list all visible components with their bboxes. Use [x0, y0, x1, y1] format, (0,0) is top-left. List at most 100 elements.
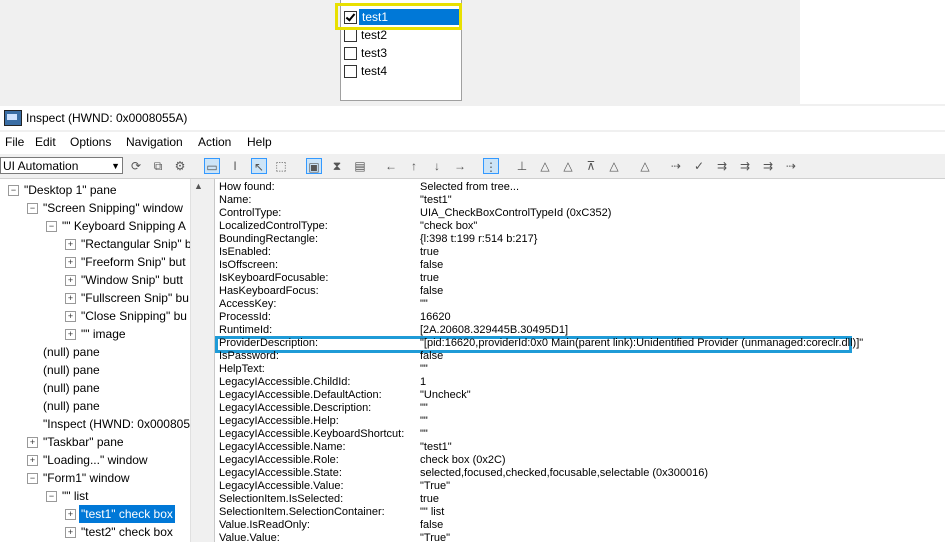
properties-pane[interactable]: How found: Selected from tree... Name: "tes…: [214, 179, 945, 542]
mode-dropdown-value: UI Automation: [3, 159, 79, 173]
property-name: Value.IsReadOnly:: [219, 519, 310, 531]
window-title: Inspect (HWND: 0x0008055A): [26, 111, 188, 125]
property-name: LegacyIAccessible.State:: [219, 467, 342, 479]
select-icon[interactable]: ⇉: [760, 158, 776, 174]
property-value[interactable]: "" list: [420, 506, 444, 519]
refresh-icon[interactable]: ⟳: [128, 158, 144, 174]
menu-help[interactable]: Help: [247, 135, 272, 149]
last-child-icon[interactable]: △: [606, 158, 622, 174]
list-item-test3[interactable]: test3: [341, 44, 461, 62]
property-name: ControlType:: [219, 207, 282, 219]
checkbox-test2[interactable]: [344, 29, 357, 42]
property-value[interactable]: 16620: [420, 311, 451, 324]
property-value[interactable]: "[pid:16620,providerId:0x0 Main(parent l…: [420, 337, 863, 350]
property-value[interactable]: {l:398 t:199 r:514 b:217}: [420, 233, 537, 246]
property-name: Value.Value:: [219, 532, 280, 542]
navigate-down-icon[interactable]: ↓: [429, 158, 445, 174]
property-value[interactable]: 1: [420, 376, 426, 389]
highlight-rectangle-icon[interactable]: ▣: [306, 158, 322, 174]
list-item-test4[interactable]: test4: [341, 62, 461, 80]
show-info-tooltip-icon[interactable]: ▤: [352, 158, 368, 174]
mode-dropdown[interactable]: UI Automation ▼: [0, 157, 123, 174]
default-action-icon[interactable]: ⇢: [668, 158, 684, 174]
expand-icon[interactable]: +: [65, 239, 76, 250]
property-value[interactable]: true: [420, 272, 439, 285]
collapse-icon[interactable]: −: [46, 491, 57, 502]
property-value[interactable]: "True": [420, 532, 450, 542]
property-value[interactable]: false: [420, 285, 443, 298]
property-value[interactable]: "": [420, 402, 428, 415]
scroll-up-icon[interactable]: ▲: [194, 181, 203, 191]
menu-file[interactable]: File: [5, 135, 24, 149]
expand-icon[interactable]: +: [27, 455, 38, 466]
pane-splitter[interactable]: [207, 179, 213, 542]
first-child-icon[interactable]: △: [537, 158, 553, 174]
toggle-icon[interactable]: ✓: [691, 158, 707, 174]
collapse-icon[interactable]: −: [8, 185, 19, 196]
watch-tooltip-icon[interactable]: ⬚: [273, 158, 289, 174]
property-value[interactable]: false: [420, 350, 443, 363]
expand-icon[interactable]: +: [65, 257, 76, 268]
next-sibling-icon[interactable]: △: [560, 158, 576, 174]
property-name: ProcessId:: [219, 311, 271, 323]
property-value[interactable]: false: [420, 519, 443, 532]
menu-edit[interactable]: Edit: [35, 135, 56, 149]
collapse-icon[interactable]: ⇉: [737, 158, 753, 174]
expand-icon[interactable]: +: [27, 437, 38, 448]
property-name: How found:: [219, 181, 275, 193]
property-value[interactable]: check box (0x2C): [420, 454, 506, 467]
expand-icon[interactable]: +: [65, 275, 76, 286]
property-name: Name:: [219, 194, 252, 206]
property-value[interactable]: false: [420, 259, 443, 272]
property-value[interactable]: true: [420, 246, 439, 259]
property-value[interactable]: "": [420, 363, 428, 376]
checkbox-label: test4: [361, 64, 388, 78]
previous-sibling-icon[interactable]: ⊼: [583, 158, 599, 174]
property-value[interactable]: "Uncheck": [420, 389, 471, 402]
checkbox-test3[interactable]: [344, 47, 357, 60]
property-value[interactable]: Selected from tree...: [420, 181, 519, 194]
property-value[interactable]: UIA_CheckBoxControlTypeId (0xC352): [420, 207, 611, 220]
expand-icon[interactable]: +: [65, 329, 76, 340]
menu-navigation[interactable]: Navigation: [126, 135, 183, 149]
property-value[interactable]: "": [420, 298, 428, 311]
navigate-forward-icon[interactable]: →: [452, 158, 468, 174]
collapse-icon[interactable]: −: [27, 203, 38, 214]
watch-cursor-icon[interactable]: ↖: [251, 158, 267, 174]
navigate-up-icon[interactable]: ↑: [406, 158, 422, 174]
collapse-icon[interactable]: −: [27, 473, 38, 484]
expand-icon[interactable]: +: [65, 527, 76, 538]
watch-focus-icon[interactable]: ▭: [204, 158, 220, 174]
property-name: RuntimeId:: [219, 324, 273, 336]
property-value[interactable]: "": [420, 428, 428, 441]
expand-icon[interactable]: +: [65, 509, 76, 520]
property-name: LegacyIAccessible.Help:: [219, 415, 339, 427]
navigate-back-icon[interactable]: ←: [383, 158, 399, 174]
watch-caret-icon[interactable]: I: [227, 158, 243, 174]
copy-icon[interactable]: ⧉: [150, 158, 166, 174]
invoke-icon[interactable]: ⇢: [783, 158, 799, 174]
expand-icon[interactable]: ⇉: [714, 158, 730, 174]
settings-icon[interactable]: ⚙: [172, 158, 188, 174]
show-highlight-icon[interactable]: ⧗: [329, 158, 345, 174]
menu-options[interactable]: Options: [70, 135, 111, 149]
property-value[interactable]: [2A.20608.329445B.30495D1]: [420, 324, 568, 337]
tree-scrollbar[interactable]: ▲: [190, 179, 207, 542]
element-tree-pane[interactable]: − "Desktop 1" pane − "Screen Snipping" win…: [0, 179, 207, 542]
expand-icon[interactable]: +: [65, 293, 76, 304]
property-value[interactable]: "": [420, 415, 428, 428]
property-value[interactable]: selected,focused,checked,focusable,selec…: [420, 467, 708, 480]
checkbox-test4[interactable]: [344, 65, 357, 78]
tree-view-icon[interactable]: ⋮: [483, 158, 499, 174]
property-value[interactable]: "test1": [420, 194, 452, 207]
menu-action[interactable]: Action: [198, 135, 231, 149]
property-value[interactable]: "True": [420, 480, 450, 493]
expand-icon[interactable]: +: [65, 311, 76, 322]
property-value[interactable]: true: [420, 493, 439, 506]
collapse-icon[interactable]: −: [46, 221, 57, 232]
tree-node-icon[interactable]: △: [637, 158, 653, 174]
property-value[interactable]: "test1": [420, 441, 452, 454]
property-name: LegacyIAccessible.Role:: [219, 454, 339, 466]
property-value[interactable]: "check box": [420, 220, 477, 233]
parent-icon[interactable]: ⊥: [514, 158, 530, 174]
